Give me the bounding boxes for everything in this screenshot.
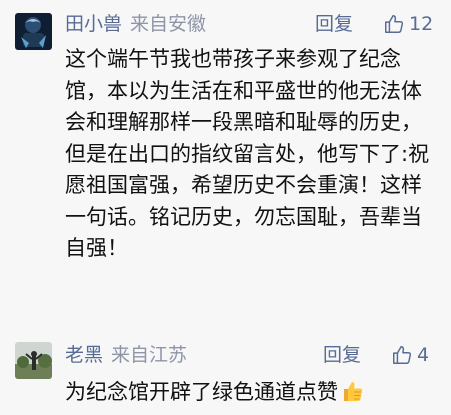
author-line: 老黑 来自江苏 [65,343,187,367]
avatar[interactable] [15,13,52,50]
source-location: 来自安徽 [130,13,207,35]
avatar[interactable] [15,342,52,379]
comment-text-body: 为纪念馆开辟了绿色通道点赞 [65,380,338,404]
comment-text: 这个端午节我也带孩子来参观了纪念馆，本以为生活在和平盛世的他无法体会和理解那样一… [65,47,430,260]
source-location: 来自江苏 [111,344,188,366]
comment-text: 为纪念馆开辟了绿色通道点赞 [65,377,440,413]
like-count: 12 [409,13,434,35]
thumbs-up-icon [385,15,404,33]
reply-button[interactable]: 回复 [323,343,361,367]
author-name[interactable]: 田小兽 [65,13,122,35]
thumbs-up-icon [393,346,412,364]
thumbs-up-emoji [340,379,364,413]
avatar-image [15,13,52,50]
author-name[interactable]: 老黑 [65,344,103,366]
like-count: 4 [417,344,430,366]
like-button[interactable]: 4 [391,342,429,368]
reply-button[interactable]: 回复 [315,12,353,36]
like-button[interactable]: 12 [383,11,433,37]
author-line: 田小兽 来自安徽 [65,12,206,36]
comment-item: 田小兽 来自安徽 回复 12 这个端午节我也带孩子来参观了纪念馆，本以为生活在和平… [0,0,451,318]
comment-item: 老黑 来自江苏 回复 4 为纪念馆开辟了绿色通道点赞 [0,332,451,415]
avatar-image [15,342,52,379]
